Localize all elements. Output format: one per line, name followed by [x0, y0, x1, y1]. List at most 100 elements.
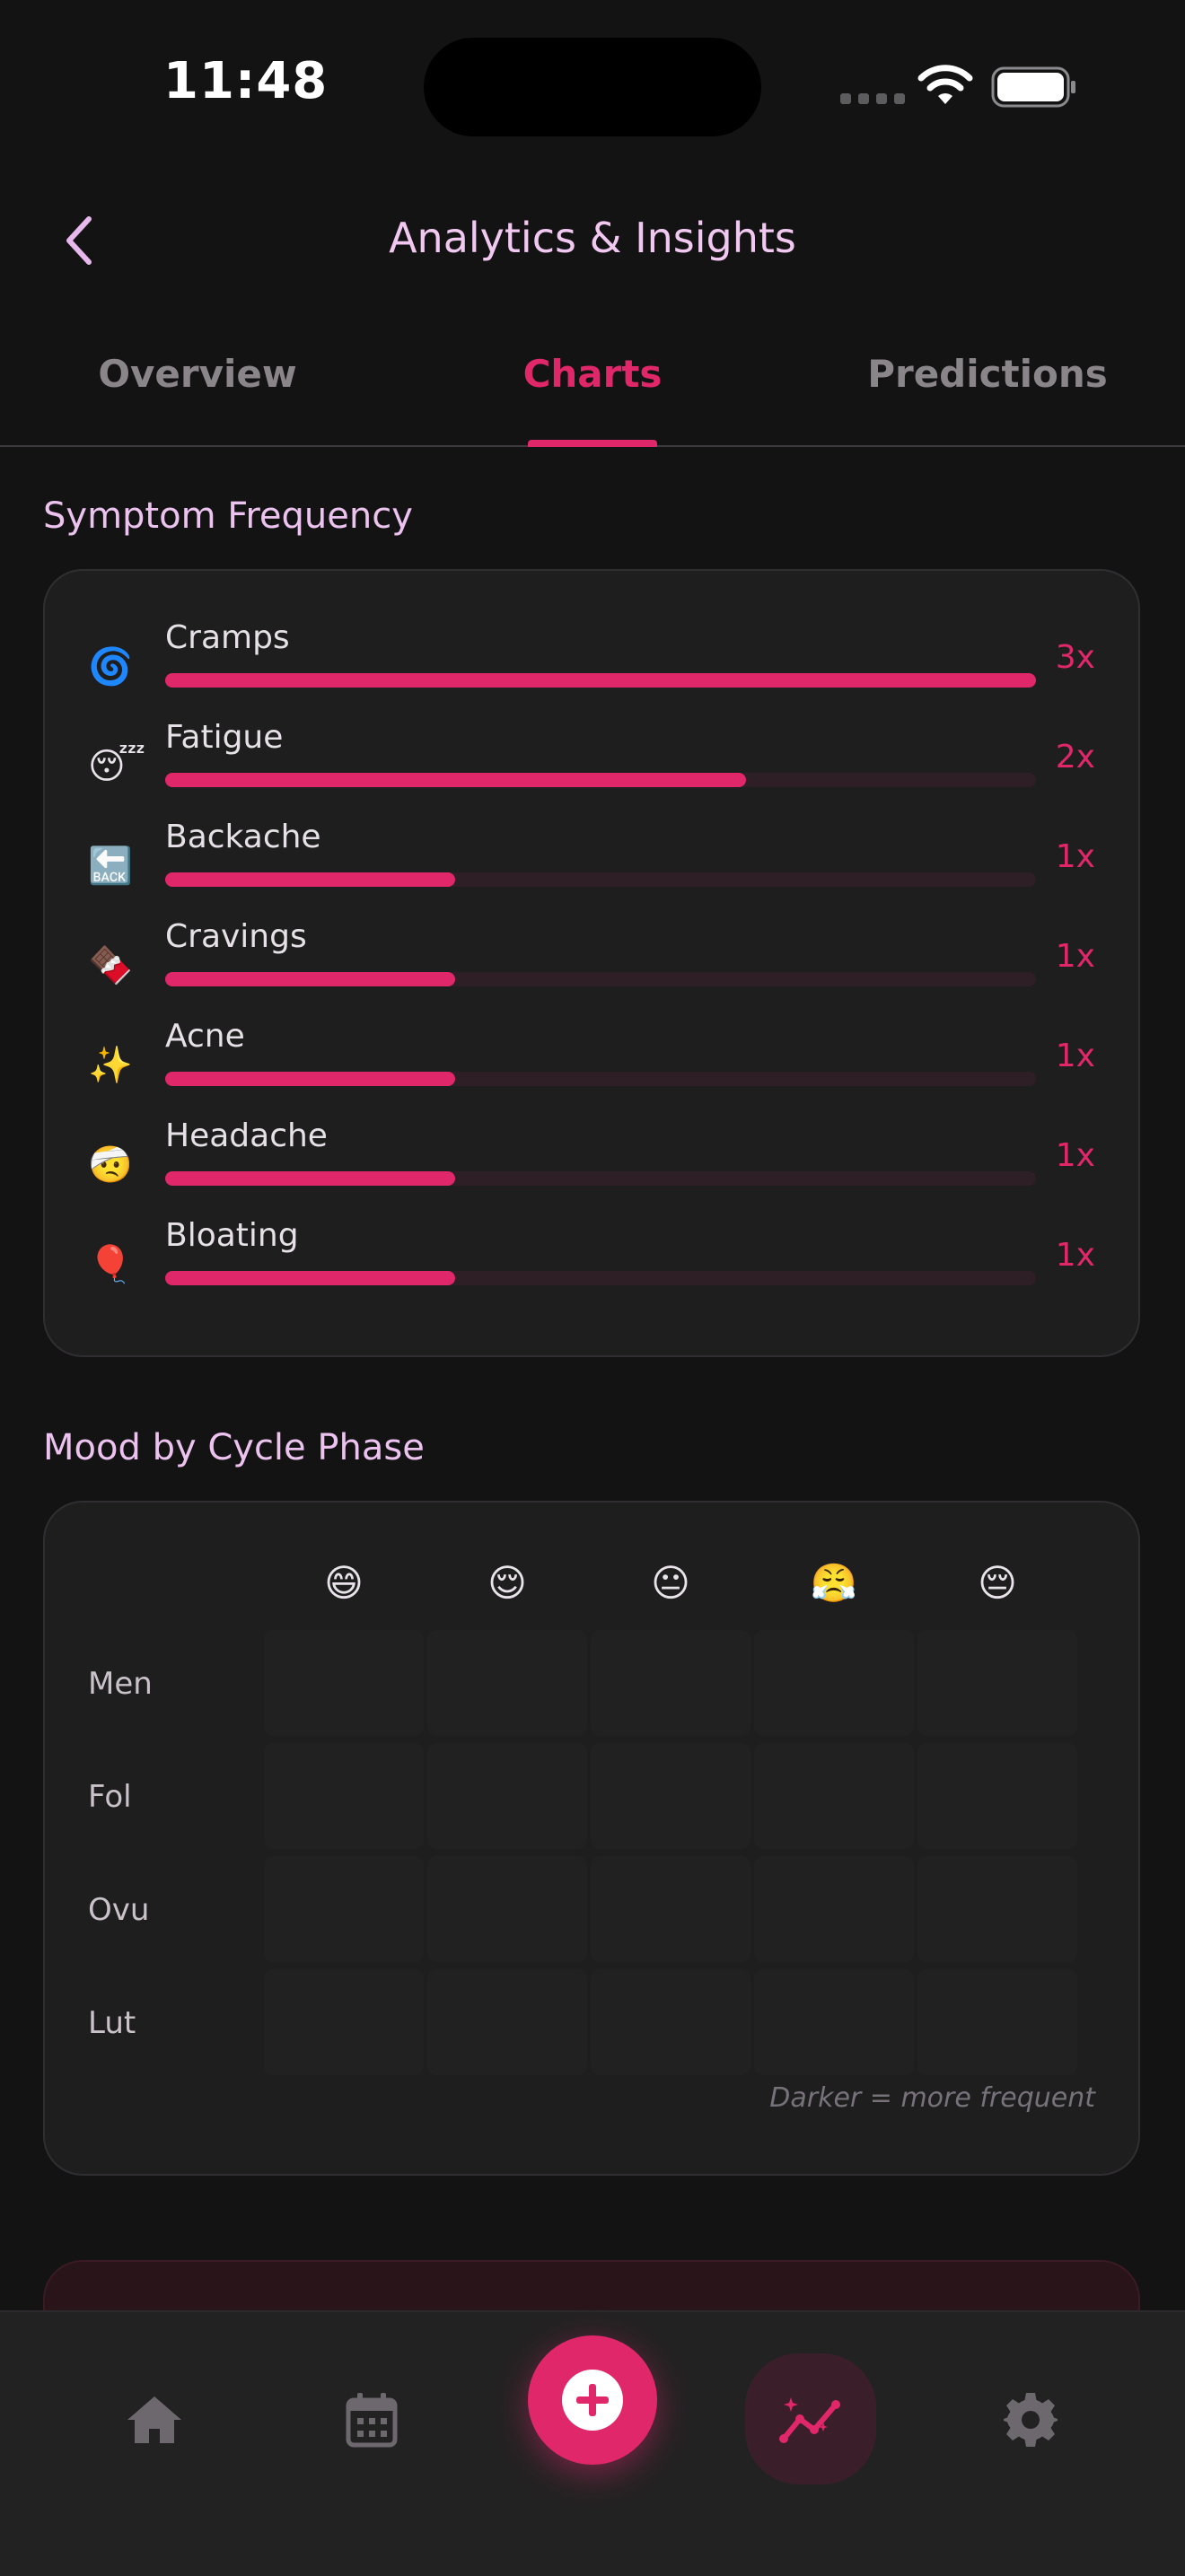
app-header: Analytics & Insights	[0, 180, 1185, 305]
dynamic-island	[424, 38, 761, 136]
symptom-name: Acne	[165, 1018, 245, 1055]
symptom-bar-fill	[165, 872, 456, 887]
symptom-count: 2x	[1055, 739, 1095, 775]
symptom-row: ✨ Acne 1x	[45, 1018, 1138, 1108]
tab-charts[interactable]: Charts	[395, 352, 790, 396]
symptom-count: 1x	[1055, 1038, 1095, 1074]
mood-grid-cell	[427, 1969, 587, 2075]
symptom-bar-fill	[165, 1171, 456, 1186]
mood-emoji-header: 😌	[487, 1561, 527, 1605]
add-entry-button[interactable]	[528, 2335, 657, 2465]
symptom-bar-track	[165, 773, 1036, 787]
cellular-signal-icon	[840, 93, 905, 104]
symptom-name: Bloating	[165, 1217, 299, 1254]
mood-grid-cell	[754, 1630, 914, 1736]
wifi-icon	[917, 65, 973, 104]
symptom-bar-fill	[165, 972, 456, 986]
mood-grid-cell	[917, 1743, 1077, 1849]
symptom-icon: 😴	[88, 746, 146, 787]
symptom-icon: 🍫	[88, 945, 133, 986]
mood-grid-cell	[264, 1856, 424, 1962]
mood-grid-cell	[427, 1743, 587, 1849]
mood-grid-cell	[264, 1743, 424, 1849]
symptom-bar-track	[165, 673, 1036, 688]
symptom-row: 🎈 Bloating 1x	[45, 1217, 1138, 1307]
symptom-frequency-card: 🌀 Cramps 3x 😴 Fatigue 2x 🔙 Backache 1x 🍫 Cravings 1…	[43, 569, 1140, 1357]
battery-icon	[991, 66, 1075, 108]
mood-emoji-header: 😤	[810, 1561, 858, 1605]
mood-grid-cell	[754, 1969, 914, 2075]
symptom-frequency-title: Symptom Frequency	[43, 495, 413, 537]
mood-grid-cell	[427, 1856, 587, 1962]
mood-emoji-header: 😐	[651, 1561, 690, 1605]
nav-home[interactable]	[101, 2366, 208, 2474]
nav-settings[interactable]	[977, 2366, 1084, 2474]
symptom-row: 🤕 Headache 1x	[45, 1117, 1138, 1207]
tab-predictions[interactable]: Predictions	[790, 352, 1185, 396]
mood-by-phase-title: Mood by Cycle Phase	[43, 1427, 425, 1468]
status-time: 11:48	[163, 52, 329, 110]
mood-by-phase-card: Darker = more frequent 😄 😌 😐 😤 😔 Men Fol Ovu Lut	[43, 1501, 1140, 2176]
gear-icon	[1004, 2393, 1058, 2447]
symptom-row: 🍫 Cravings 1x	[45, 918, 1138, 1008]
status-bar: 11:48	[0, 0, 1185, 171]
mood-grid-cell	[264, 1630, 424, 1736]
symptom-row: 🔙 Backache 1x	[45, 819, 1138, 908]
mood-grid-cell	[917, 1969, 1077, 2075]
mood-grid-cell	[917, 1856, 1077, 1962]
symptom-count: 1x	[1055, 838, 1095, 875]
symptom-name: Cramps	[165, 619, 290, 656]
symptom-icon: 🌀	[88, 646, 133, 688]
tab-overview[interactable]: Overview	[0, 352, 395, 396]
symptom-bar-fill	[165, 673, 1036, 688]
symptom-icon: ✨	[88, 1045, 133, 1086]
analytics-icon	[779, 2397, 840, 2443]
symptom-bar-track	[165, 1072, 1036, 1086]
symptom-count: 3x	[1055, 639, 1095, 676]
symptom-name: Fatigue	[165, 719, 284, 756]
mood-emoji-header: 😄	[324, 1561, 364, 1605]
bottom-navigation	[0, 2310, 1185, 2576]
phase-label: Ovu	[88, 1892, 150, 1928]
symptom-bar-fill	[165, 773, 746, 787]
home-icon	[127, 2396, 181, 2443]
symptom-icon: 🔙	[88, 846, 133, 887]
page-title: Analytics & Insights	[389, 214, 796, 262]
symptom-row: 🌀 Cramps 3x	[45, 619, 1138, 709]
phase-label: Lut	[88, 2005, 136, 2041]
symptom-icon: 🎈	[88, 1244, 133, 1285]
phase-label: Fol	[88, 1779, 132, 1815]
calendar-icon	[346, 2393, 398, 2448]
mood-grid-cell	[754, 1856, 914, 1962]
nav-calendar[interactable]	[318, 2366, 426, 2474]
symptom-name: Cravings	[165, 918, 307, 955]
phase-label: Men	[88, 1666, 153, 1702]
mood-grid-cell	[754, 1743, 914, 1849]
mood-grid-cell	[591, 1630, 750, 1736]
symptom-count: 1x	[1055, 938, 1095, 975]
symptom-bar-track	[165, 1171, 1036, 1186]
symptom-bar-fill	[165, 1072, 456, 1086]
mood-grid-cell	[591, 1743, 750, 1849]
mood-grid-cell	[264, 1969, 424, 2075]
symptom-count: 1x	[1055, 1137, 1095, 1174]
mood-grid-cell	[917, 1630, 1077, 1736]
symptom-name: Backache	[165, 819, 321, 855]
symptom-count: 1x	[1055, 1237, 1095, 1274]
symptom-bar-track	[165, 972, 1036, 986]
mood-grid-note: Darker = more frequent	[769, 2082, 1095, 2114]
symptom-bar-fill	[165, 1271, 456, 1285]
mood-grid-cell	[591, 1856, 750, 1962]
symptom-row: 😴 Fatigue 2x	[45, 719, 1138, 809]
plus-icon	[562, 2370, 623, 2431]
symptom-icon: 🤕	[88, 1144, 133, 1186]
mood-grid-cell	[591, 1969, 750, 2075]
nav-analytics[interactable]	[745, 2353, 876, 2484]
mood-grid-cell	[427, 1630, 587, 1736]
symptom-name: Headache	[165, 1117, 328, 1154]
symptom-bar-track	[165, 1271, 1036, 1285]
tab-bar: Overview Charts Predictions	[0, 341, 1185, 447]
active-tab-indicator	[528, 440, 657, 447]
symptom-bar-track	[165, 872, 1036, 887]
mood-emoji-header: 😔	[978, 1561, 1017, 1605]
